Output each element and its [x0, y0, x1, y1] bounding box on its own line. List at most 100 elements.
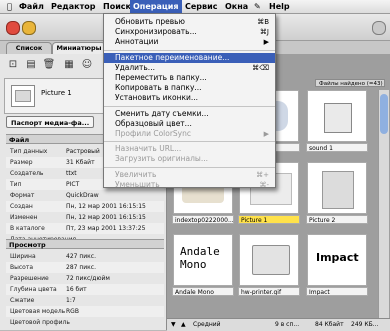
property-key: Тип	[10, 181, 22, 188]
status-bar: ▼ ▲ Средний 9 в сп... 84 Кбайт 249 КБ...	[167, 318, 390, 331]
zoom-in-icon[interactable]: ▲	[181, 319, 186, 331]
menu-item-label: Назначить URL...	[115, 144, 182, 154]
menu-item-label: Уменьшить	[115, 179, 160, 189]
property-value: 31 Кбайт	[66, 159, 95, 166]
close-window-button[interactable]	[6, 21, 20, 35]
script-menu-icon[interactable]: ✎	[251, 0, 264, 13]
menu-item[interactable]: Удалить... ⌘⌫	[104, 63, 275, 73]
property-key: В каталоге	[10, 225, 45, 232]
menu-item-label: Сменить дату съемки...	[115, 108, 209, 118]
font-preview: Impact	[316, 251, 359, 264]
font-preview-line1: Andale	[180, 245, 220, 258]
thumbnail-caption[interactable]: sound 1	[306, 143, 368, 152]
menu-item[interactable]: Аннотации ▶	[104, 37, 275, 47]
thumbnail-sound[interactable]	[307, 90, 367, 142]
menu-separator	[104, 49, 275, 51]
property-value: RGB	[66, 308, 79, 315]
thumbnail-picture2[interactable]	[307, 162, 367, 214]
menu-item[interactable]: Пакетное переименование...	[104, 52, 275, 63]
thumb-size-label[interactable]: Средний	[193, 319, 221, 331]
menu-windows[interactable]: Окна	[222, 0, 251, 13]
tab-thumbnails[interactable]: Миниатюры	[52, 42, 106, 54]
menu-item[interactable]: Синхронизировать... ⌘J	[104, 27, 275, 37]
thumbnail-caption[interactable]: hw-printer.gif	[238, 287, 300, 296]
property-row: Высота 287 пикс.	[6, 262, 164, 273]
property-row: Цветовая модель RGB	[6, 306, 164, 317]
passport-select-label: Паспорт медиа-фа...	[11, 119, 90, 127]
property-row: Цветовой профиль	[6, 317, 164, 328]
property-value: 1:7	[66, 297, 76, 304]
page-icon[interactable]: ▤	[24, 58, 38, 72]
property-key: Изменен	[10, 214, 38, 221]
property-value: Пн, 12 мар 2001 16:15:15	[66, 203, 146, 210]
property-key: Создатель	[10, 170, 44, 177]
thumbnail-caption[interactable]: indextop0222000...	[172, 215, 234, 224]
thumbnail-caption[interactable]: Picture 2	[306, 215, 368, 224]
apple-menu-icon[interactable]: 	[4, 0, 15, 13]
menu-item[interactable]: Установить иконки...	[104, 93, 275, 103]
menu-service[interactable]: Сервис	[182, 0, 220, 13]
property-value: 72 пикс/дюйм	[66, 275, 110, 282]
person-icon[interactable]: ☺	[80, 58, 94, 72]
passport-select[interactable]: Паспорт медиа-фа...	[6, 116, 94, 128]
property-key: Цветовая модель	[10, 308, 66, 315]
menu-item[interactable]: Сменить дату съемки...	[104, 109, 275, 119]
sound-file-icon	[324, 103, 352, 133]
menu-item-shortcut: ⌘+	[256, 170, 269, 179]
menu-item: Загрузить оригиналы...	[104, 154, 275, 164]
menu-item: Уменьшить ⌘-	[104, 180, 275, 190]
menu-item-shortcut: ⌘B	[257, 18, 269, 26]
toolbar-toggle-button[interactable]	[372, 21, 386, 35]
menu-separator	[104, 166, 275, 168]
section-view[interactable]: Просмотр	[6, 239, 164, 249]
property-row: Создан Пн, 12 мар 2001 16:15:15	[6, 201, 164, 212]
menu-item-label: Увеличить	[115, 169, 157, 179]
scrollbar-thumb[interactable]	[380, 94, 388, 134]
info-icon[interactable]: ⊡	[6, 58, 20, 72]
menu-item[interactable]: Переместить в папку...	[104, 73, 275, 83]
property-value: Пн, 12 мар 2001 16:15:15	[66, 214, 146, 221]
thumbnail-andale-mono[interactable]: Andale Mono	[173, 234, 233, 286]
menu-item[interactable]: Копировать в папку...	[104, 83, 275, 93]
menu-item-label: Обновить превью	[115, 17, 185, 26]
thumbnail-hw-printer[interactable]	[239, 234, 299, 286]
zoom-out-icon[interactable]: ▼	[171, 319, 176, 331]
thumbnail-caption[interactable]: Andale Mono	[172, 287, 234, 296]
property-key: Размер	[10, 159, 33, 166]
menu-item-shortcut: ▶	[263, 38, 269, 47]
menu-editor[interactable]: Редактор	[48, 0, 98, 13]
menu-file[interactable]: Файл	[16, 0, 47, 13]
menu-bar:  Файл Редактор Поиск Операция Сервис Ок…	[0, 0, 390, 14]
property-row: Разрешение 72 пикс/дюйм	[6, 273, 164, 284]
menu-operation[interactable]: Операция	[130, 0, 182, 13]
property-row: В каталоге Пт, 23 мар 2001 13:37:25	[6, 223, 164, 234]
selection-size: 84 Кбайт	[315, 321, 344, 328]
free-space: 249 КБ...	[351, 321, 379, 328]
menu-item-label: Пакетное переименование...	[115, 52, 230, 62]
picture-icon	[15, 90, 31, 102]
menu-item-label: Профили ColorSync	[115, 129, 191, 138]
menu-item-label: Загрузить оригиналы...	[115, 154, 208, 164]
vertical-scrollbar[interactable]	[378, 90, 389, 318]
minimize-window-button[interactable]	[22, 21, 36, 35]
menu-separator	[104, 105, 275, 107]
menu-help[interactable]: Help	[266, 0, 293, 13]
thumbnail-caption[interactable]: Impact	[306, 287, 368, 296]
tab-list[interactable]: Список	[6, 42, 52, 54]
property-key: Ширина	[10, 253, 36, 260]
property-value: QuickDraw	[66, 192, 99, 199]
menu-separator	[104, 141, 275, 143]
menu-item[interactable]: Образцовый цвет...	[104, 119, 275, 129]
printer-image	[252, 245, 290, 275]
thumbnail-impact[interactable]: Impact	[307, 234, 367, 286]
property-value: Пт, 23 мар 2001 13:37:25	[66, 225, 146, 232]
property-value: ttxt	[66, 170, 77, 177]
trash-icon[interactable]: 🗑	[42, 58, 56, 72]
property-key: Формат	[10, 192, 35, 199]
grid-icon[interactable]: ▦	[62, 58, 76, 72]
menu-search[interactable]: Поиск	[100, 0, 134, 13]
property-row: Глубина цвета 16 бит	[6, 284, 164, 295]
menu-item-label: Удалить...	[115, 62, 155, 72]
menu-item[interactable]: Обновить превью ⌘B	[104, 17, 275, 27]
thumbnail-caption-selected[interactable]: Picture 1	[238, 215, 300, 224]
